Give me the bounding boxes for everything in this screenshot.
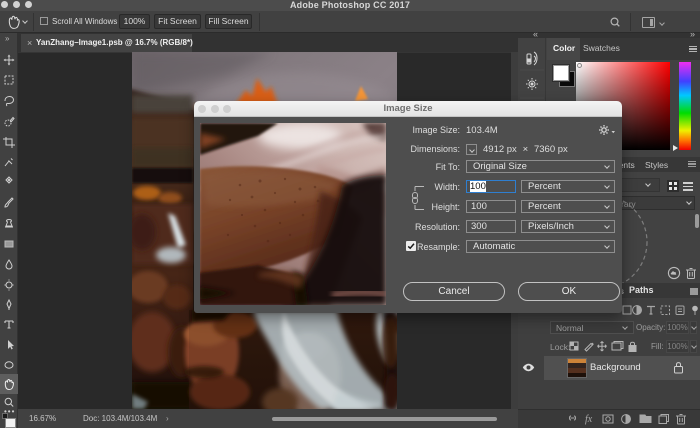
- svg-text:fx: fx: [585, 414, 593, 425]
